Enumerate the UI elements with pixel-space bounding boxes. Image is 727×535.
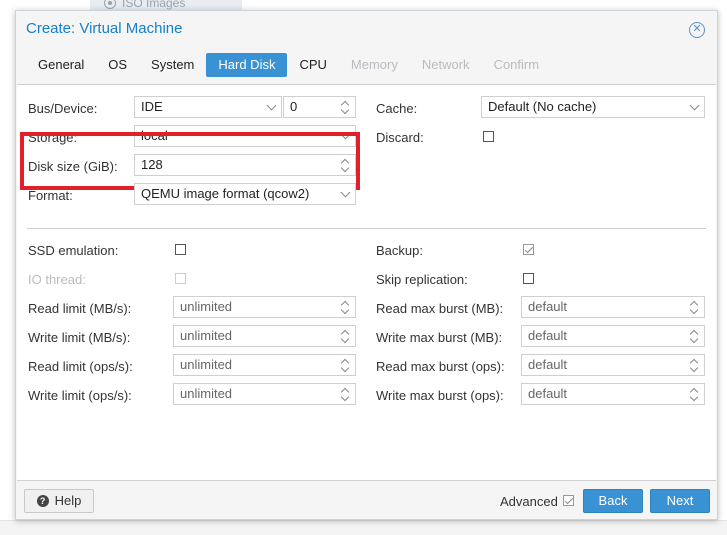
advanced-separator [27, 228, 706, 229]
tab-os[interactable]: OS [96, 53, 139, 77]
read-limit-mbs-field[interactable]: unlimited [173, 296, 356, 318]
write-max-burst-mb-label: Write max burst (MB): [376, 330, 503, 345]
help-icon: ? [36, 494, 49, 507]
discard-label: Discard: [376, 130, 424, 145]
dialog-footer: ? Help Advanced Back Next [16, 481, 717, 519]
read-limit-ops-label: Read limit (ops/s): [28, 359, 133, 374]
create-vm-dialog: Create: Virtual Machine ✕ General OS Sys… [15, 10, 718, 520]
io-thread-label: IO thread: [28, 272, 86, 287]
ssd-emulation-label: SSD emulation: [28, 243, 119, 258]
read-max-burst-ops-label: Read max burst (ops): [376, 359, 505, 374]
tab-general[interactable]: General [26, 53, 96, 77]
background-menu-item-label: ISO Images [122, 0, 186, 10]
discard-checkbox[interactable] [483, 131, 494, 142]
write-limit-ops-label: Write limit (ops/s): [28, 388, 132, 403]
tab-memory: Memory [350, 57, 398, 72]
spinner-icon[interactable] [340, 386, 351, 402]
chevron-down-icon[interactable] [688, 97, 700, 117]
spinner-icon[interactable] [340, 357, 351, 373]
bus-select[interactable]: IDE [134, 96, 282, 118]
write-max-burst-ops-label: Write max burst (ops): [376, 388, 504, 403]
skip-replication-checkbox[interactable] [523, 273, 534, 284]
spinner-icon[interactable] [689, 328, 700, 344]
spinner-icon[interactable] [689, 386, 700, 402]
tab-confirm: Confirm [493, 57, 540, 72]
hard-disk-panel: Bus/Device: IDE 0 Storage: local Disk si… [17, 84, 716, 481]
back-button[interactable]: Back [583, 489, 643, 513]
format-select[interactable]: QEMU image format (qcow2) [134, 183, 356, 205]
skip-replication-label: Skip replication: [376, 272, 468, 287]
write-limit-mbs-label: Write limit (MB/s): [28, 330, 131, 345]
read-max-burst-mb-field[interactable]: default [521, 296, 705, 318]
highlight-box [20, 132, 360, 190]
ssd-emulation-checkbox[interactable] [175, 244, 186, 255]
spinner-icon[interactable] [689, 299, 700, 315]
help-button[interactable]: ? Help [24, 489, 94, 513]
io-thread-checkbox [175, 273, 186, 284]
background-menu-item: ISO Images [104, 0, 185, 10]
advanced-label: Advanced [500, 494, 558, 509]
tab-hard-disk[interactable]: Hard Disk [206, 53, 288, 77]
write-limit-mbs-field[interactable]: unlimited [173, 325, 356, 347]
tab-cpu[interactable]: CPU [287, 53, 338, 77]
advanced-checkbox[interactable] [563, 495, 574, 506]
tab-network: Network [421, 57, 470, 72]
background-bottom-strip [0, 520, 727, 535]
device-number-field[interactable]: 0 [283, 96, 356, 118]
spinner-icon[interactable] [340, 299, 351, 315]
read-max-burst-ops-field[interactable]: default [521, 354, 705, 376]
close-icon[interactable]: ✕ [689, 22, 705, 38]
disc-icon [104, 0, 116, 9]
spinner-icon[interactable] [689, 357, 700, 373]
read-limit-mbs-label: Read limit (MB/s): [28, 301, 132, 316]
read-limit-ops-field[interactable]: unlimited [173, 354, 356, 376]
backup-label: Backup: [376, 243, 423, 258]
wizard-tabs: General OS System Hard Disk CPU Memory N… [26, 53, 551, 77]
help-button-label: Help [54, 493, 82, 508]
backup-checkbox[interactable] [523, 244, 534, 255]
chevron-down-icon[interactable] [339, 184, 351, 204]
chevron-down-icon[interactable] [265, 97, 277, 117]
spinner-icon[interactable] [340, 328, 351, 344]
cache-label: Cache: [376, 101, 418, 116]
format-label: Format: [28, 188, 73, 203]
next-button[interactable]: Next [650, 489, 710, 513]
dialog-title: Create: Virtual Machine [26, 20, 183, 37]
tab-system[interactable]: System [139, 53, 206, 77]
spinner-icon[interactable] [340, 99, 351, 115]
write-limit-ops-field[interactable]: unlimited [173, 383, 356, 405]
write-max-burst-ops-field[interactable]: default [521, 383, 705, 405]
bus-device-label: Bus/Device: [28, 101, 98, 116]
write-max-burst-mb-field[interactable]: default [521, 325, 705, 347]
read-max-burst-mb-label: Read max burst (MB): [376, 301, 504, 316]
cache-select[interactable]: Default (No cache) [481, 96, 705, 118]
